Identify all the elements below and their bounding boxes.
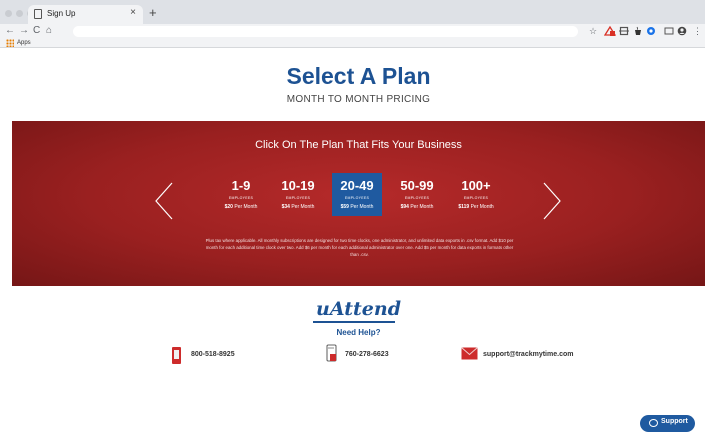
plan-employees-label: EMPLOYEES (285, 196, 311, 200)
plan-price: $119 Per Month (458, 204, 494, 210)
phone-icon (172, 347, 181, 364)
need-help-heading: Need Help? (336, 328, 381, 337)
bookmark-star-icon[interactable]: ☆ (589, 25, 597, 37)
support-email[interactable]: support@trackmytime.com (483, 351, 573, 358)
chevron-left-icon[interactable] (152, 181, 176, 221)
tab-title: Sign Up (47, 9, 76, 18)
plan-employees-label: EMPLOYEES (228, 196, 254, 200)
plan-price: $20 Per Month (224, 204, 258, 210)
plan-range: 100+ (461, 178, 491, 193)
plan-range: 20-49 (340, 178, 374, 193)
support-chat-button[interactable]: Support (640, 415, 695, 432)
logo-underline (313, 321, 395, 323)
browser-menu-icon[interactable]: ⋮ (693, 25, 702, 37)
text-contact: 760-278-6623 (326, 344, 436, 363)
close-window-button[interactable] (5, 10, 12, 17)
minimize-window-button[interactable] (16, 10, 23, 17)
reload-button[interactable]: C (33, 24, 40, 38)
close-tab-icon[interactable]: × (130, 7, 136, 18)
plan-option-1-9[interactable]: 1-9 EMPLOYEES $20 Per Month (216, 173, 266, 216)
forward-button[interactable]: → (19, 24, 29, 38)
pricing-note: Plus tax where applicable. All monthly s… (205, 238, 514, 257)
plan-range: 50-99 (400, 178, 434, 193)
plans-band: Click On The Plan That Fits Your Busines… (12, 121, 705, 286)
page-subtitle: MONTH TO MONTH PRICING (286, 94, 431, 105)
bookmarks-bar: Apps (0, 38, 705, 48)
plan-option-50-99[interactable]: 50-99 EMPLOYEES $94 Per Month (392, 173, 442, 216)
home-button[interactable]: ⌂ (46, 24, 52, 38)
browser-toolbar: ← → C ⌂ ☆ ⋮ (0, 24, 705, 38)
chat-bubble-icon (649, 419, 658, 427)
cellphone-text-icon (326, 344, 337, 362)
plan-employees-label: EMPLOYEES (344, 196, 370, 200)
email-contact: support@trackmytime.com (461, 347, 601, 363)
apps-grid-icon[interactable] (6, 39, 14, 47)
support-label: Support (661, 418, 688, 425)
browser-tab[interactable]: Sign Up × (28, 5, 143, 24)
plan-price: $34 Per Month (281, 204, 315, 210)
plan-employees-label: EMPLOYEES (463, 196, 489, 200)
apps-bookmark[interactable]: Apps (17, 38, 31, 48)
profile-icon[interactable] (677, 26, 687, 36)
extension-frame-icon[interactable] (619, 26, 629, 36)
plan-option-10-19[interactable]: 10-19 EMPLOYEES $34 Per Month (273, 173, 323, 216)
extension-red-icon[interactable] (604, 25, 616, 37)
phone-contact: 800-518-8925 (172, 347, 282, 364)
plan-range: 1-9 (231, 178, 251, 193)
plan-employees-label: EMPLOYEES (404, 196, 430, 200)
plan-range: 10-19 (281, 178, 315, 193)
back-button[interactable]: ← (5, 24, 15, 38)
extension-cup-icon[interactable] (633, 26, 643, 36)
extension-blue-icon[interactable] (646, 26, 656, 36)
address-bar[interactable] (73, 26, 578, 37)
page-content: Select A Plan MONTH TO MONTH PRICING Cli… (12, 48, 705, 438)
page-title: Select A Plan (286, 63, 431, 89)
cast-icon[interactable] (664, 26, 674, 36)
plan-option-20-49[interactable]: 20-49 EMPLOYEES $59 Per Month (332, 173, 382, 216)
new-tab-button[interactable]: + (149, 5, 157, 20)
plan-price: $94 Per Month (400, 204, 434, 210)
uattend-logo: uAttend (12, 298, 705, 320)
envelope-icon (461, 347, 478, 360)
chevron-right-icon[interactable] (540, 181, 564, 221)
plans-heading: Click On The Plan That Fits Your Busines… (255, 139, 462, 151)
text-number[interactable]: 760-278-6623 (345, 351, 389, 358)
page-icon (34, 9, 42, 19)
plan-option-100-plus[interactable]: 100+ EMPLOYEES $119 Per Month (451, 173, 501, 216)
logo-text: uAttend (316, 298, 401, 320)
plan-price: $59 Per Month (340, 204, 374, 210)
browser-chrome: Sign Up × + ← → C ⌂ ☆ ⋮ Apps (0, 0, 705, 48)
phone-number[interactable]: 800-518-8925 (191, 351, 235, 358)
